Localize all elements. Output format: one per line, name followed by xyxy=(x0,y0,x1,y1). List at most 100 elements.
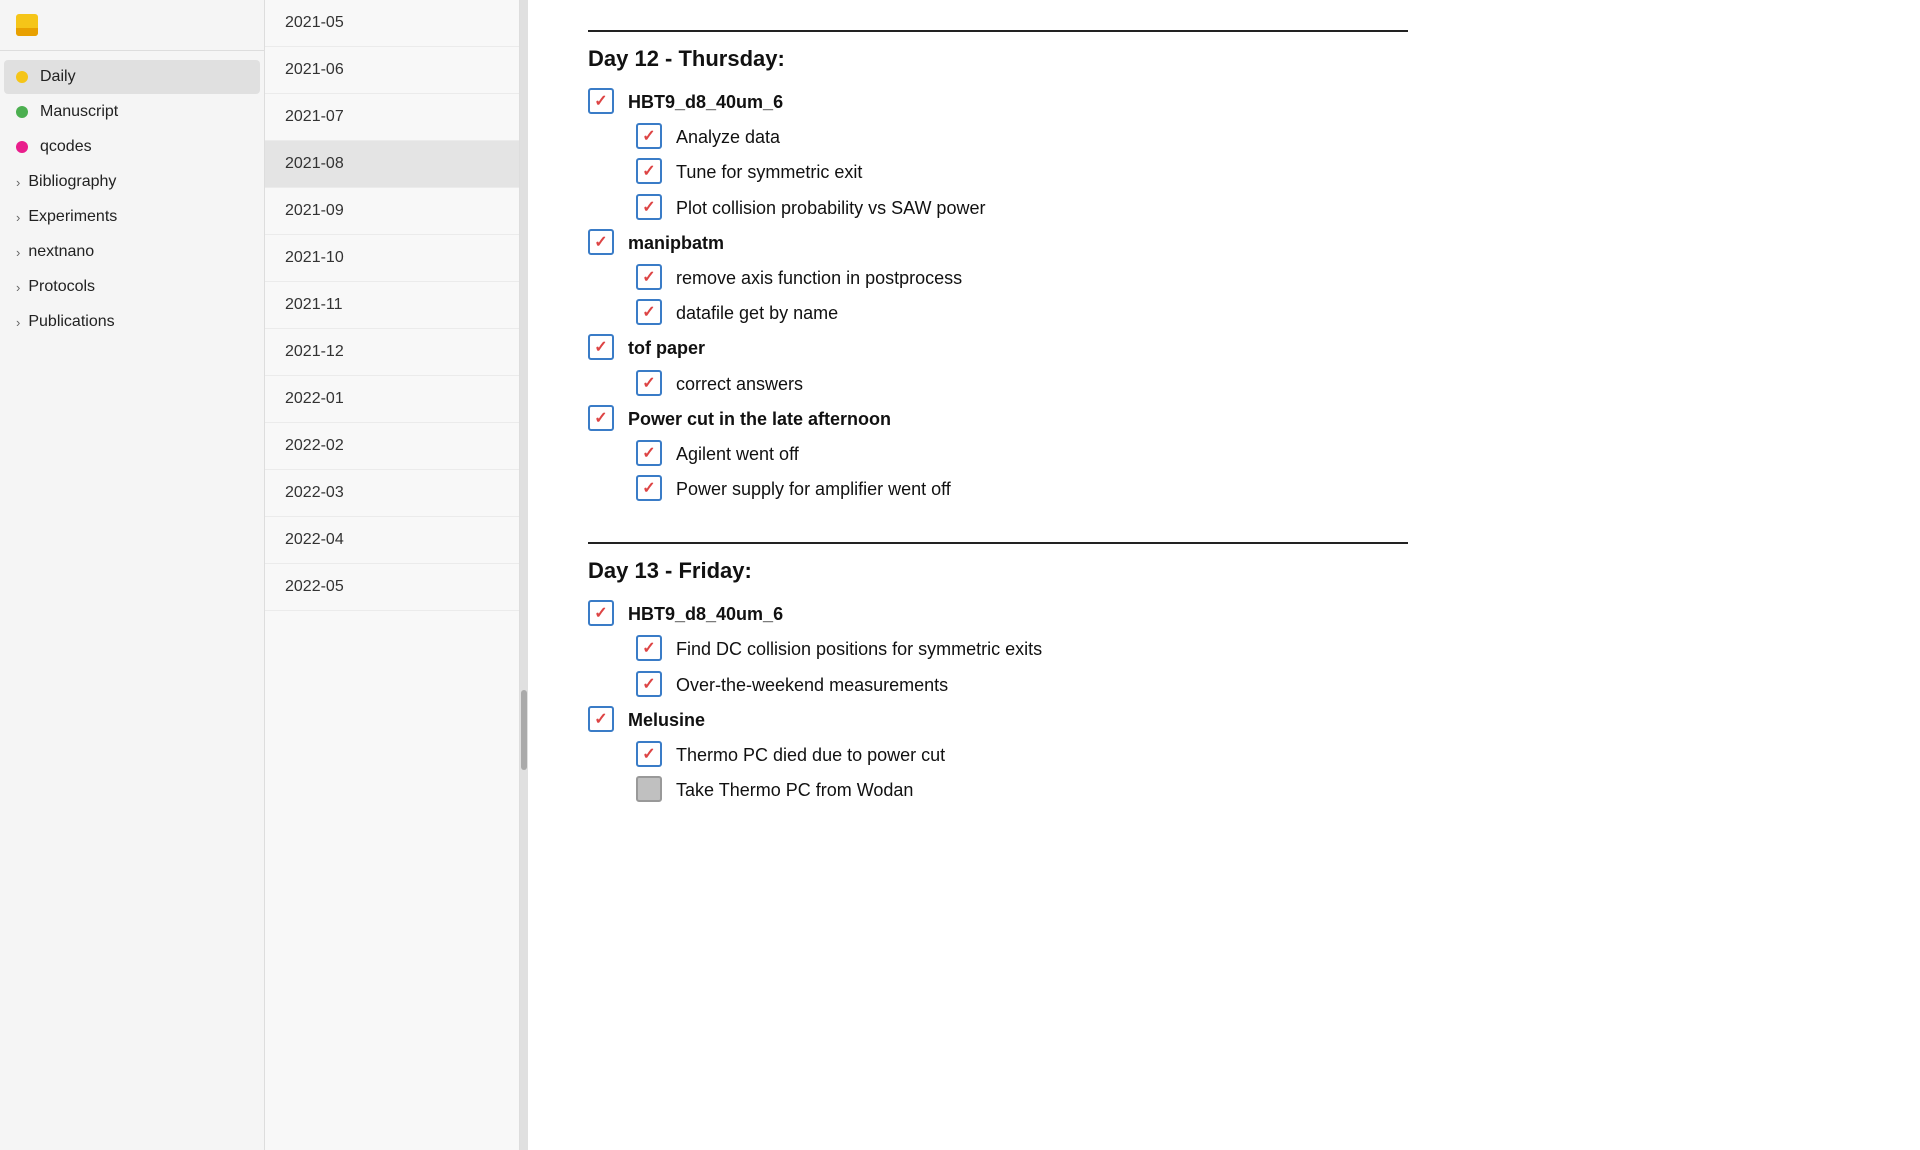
date-item-2022-05[interactable]: 2022-05 xyxy=(265,564,519,611)
checkbox[interactable] xyxy=(588,706,614,732)
sub-task-text: Take Thermo PC from Wodan xyxy=(676,776,913,803)
checkbox[interactable] xyxy=(636,194,662,220)
date-item-2022-04[interactable]: 2022-04 xyxy=(265,517,519,564)
sub-task-item[interactable]: Thermo PC died due to power cut xyxy=(636,741,1860,768)
checkbox[interactable] xyxy=(636,776,662,802)
sidebar-item-protocols[interactable]: ›Protocols xyxy=(4,270,260,304)
sub-task-text: Tune for symmetric exit xyxy=(676,158,862,185)
sub-task-text: datafile get by name xyxy=(676,299,838,326)
sub-task-text: correct answers xyxy=(676,370,803,397)
sidebar-item-qcodes[interactable]: qcodes xyxy=(4,130,260,164)
sidebar-item-publications[interactable]: › Publications xyxy=(4,305,260,339)
day-divider xyxy=(588,542,1408,544)
sub-task-item[interactable]: Find DC collision positions for symmetri… xyxy=(636,635,1860,662)
sub-task-text: Plot collision probability vs SAW power xyxy=(676,194,985,221)
task-item[interactable]: Power cut in the late afternoon xyxy=(588,405,1860,432)
sidebar-item-experiments[interactable]: ›Experiments xyxy=(4,200,260,234)
scrollbar-track[interactable] xyxy=(520,0,528,1150)
nav-item-label: Daily xyxy=(40,68,244,86)
sub-task-text: Thermo PC died due to power cut xyxy=(676,741,945,768)
nav-dot-icon xyxy=(16,106,28,118)
task-item[interactable]: HBT9_d8_40um_6 xyxy=(588,600,1860,627)
day-title: Day 12 - Thursday: xyxy=(588,46,1860,72)
task-text: HBT9_d8_40um_6 xyxy=(628,88,783,115)
nav-item-label: Publications xyxy=(28,313,244,331)
task-list: HBT9_d8_40um_6 Analyze data Tune for symme… xyxy=(588,88,1860,502)
sidebar-header xyxy=(0,0,264,51)
sidebar-item-nextnano[interactable]: ›nextnano xyxy=(4,235,260,269)
checkbox[interactable] xyxy=(588,229,614,255)
task-text: Power cut in the late afternoon xyxy=(628,405,891,432)
checkbox[interactable] xyxy=(636,370,662,396)
checkbox[interactable] xyxy=(636,158,662,184)
date-item-2022-02[interactable]: 2022-02 xyxy=(265,423,519,470)
nav-chevron-icon: › xyxy=(16,210,20,225)
sub-task-item[interactable]: Power supply for amplifier went off xyxy=(636,475,1860,502)
date-item-2021-07[interactable]: 2021-07 xyxy=(265,94,519,141)
nav-item-label: qcodes xyxy=(40,138,244,156)
checkbox[interactable] xyxy=(588,334,614,360)
date-item-2021-09[interactable]: 2021-09 xyxy=(265,188,519,235)
sub-task-text: Power supply for amplifier went off xyxy=(676,475,951,502)
date-item-2021-06[interactable]: 2021-06 xyxy=(265,47,519,94)
date-item-2022-01[interactable]: 2022-01 xyxy=(265,376,519,423)
nav-item-label: Bibliography xyxy=(28,173,244,191)
sub-task-item[interactable]: Take Thermo PC from Wodan xyxy=(636,776,1860,803)
sub-task-item[interactable]: remove axis function in postprocess xyxy=(636,264,1860,291)
date-item-2021-10[interactable]: 2021-10 xyxy=(265,235,519,282)
checkbox[interactable] xyxy=(636,475,662,501)
sub-task-text: Agilent went off xyxy=(676,440,799,467)
day-title: Day 13 - Friday: xyxy=(588,558,1860,584)
sub-task-item[interactable]: Plot collision probability vs SAW power xyxy=(636,194,1860,221)
date-list-panel: 2021-052021-062021-072021-082021-092021-… xyxy=(265,0,520,1150)
nav-dot-icon xyxy=(16,71,28,83)
nav-dot-icon xyxy=(16,141,28,153)
sub-task-item[interactable]: Analyze data xyxy=(636,123,1860,150)
sub-task-text: Analyze data xyxy=(676,123,780,150)
task-text: tof paper xyxy=(628,334,705,361)
day-divider xyxy=(588,30,1408,32)
task-text: Melusine xyxy=(628,706,705,733)
checkbox[interactable] xyxy=(636,299,662,325)
sub-task-item[interactable]: datafile get by name xyxy=(636,299,1860,326)
day-section-day13: Day 13 - Friday: HBT9_d8_40um_6 Find DC co… xyxy=(588,542,1860,803)
checkbox[interactable] xyxy=(588,405,614,431)
sub-task-item[interactable]: Tune for symmetric exit xyxy=(636,158,1860,185)
scrollbar-thumb[interactable] xyxy=(521,690,527,770)
sub-task-item[interactable]: Over-the-weekend measurements xyxy=(636,671,1860,698)
task-list: HBT9_d8_40um_6 Find DC collision position… xyxy=(588,600,1860,803)
checkbox[interactable] xyxy=(636,671,662,697)
checkbox[interactable] xyxy=(636,741,662,767)
checkbox[interactable] xyxy=(588,600,614,626)
main-content: Day 12 - Thursday: HBT9_d8_40um_6 Analyze … xyxy=(528,0,1920,1150)
nav-chevron-icon: › xyxy=(16,315,20,330)
app-logo-icon xyxy=(16,14,38,36)
checkbox[interactable] xyxy=(636,635,662,661)
nav-chevron-icon: › xyxy=(16,245,20,260)
date-item-2021-08[interactable]: 2021-08 xyxy=(265,141,519,188)
checkbox[interactable] xyxy=(636,264,662,290)
task-item[interactable]: Melusine xyxy=(588,706,1860,733)
sidebar-item-bibliography[interactable]: › Bibliography xyxy=(4,165,260,199)
nav-item-label: Manuscript xyxy=(40,103,244,121)
sub-task-item[interactable]: Agilent went off xyxy=(636,440,1860,467)
sidebar-nav: Daily Manuscript qcodes › Bibliography ›Exper… xyxy=(0,51,264,1150)
date-item-2021-12[interactable]: 2021-12 xyxy=(265,329,519,376)
task-item[interactable]: HBT9_d8_40um_6 xyxy=(588,88,1860,115)
checkbox[interactable] xyxy=(588,88,614,114)
checkbox[interactable] xyxy=(636,123,662,149)
sub-task-text: Over-the-weekend measurements xyxy=(676,671,948,698)
task-item[interactable]: tof paper xyxy=(588,334,1860,361)
day-section-day12: Day 12 - Thursday: HBT9_d8_40um_6 Analyze … xyxy=(588,30,1860,502)
nav-item-label: Protocols xyxy=(28,278,244,296)
date-item-2021-11[interactable]: 2021-11 xyxy=(265,282,519,329)
sidebar-item-manuscript[interactable]: Manuscript xyxy=(4,95,260,129)
checkbox[interactable] xyxy=(636,440,662,466)
sidebar: Daily Manuscript qcodes › Bibliography ›Exper… xyxy=(0,0,265,1150)
date-item-2021-05[interactable]: 2021-05 xyxy=(265,0,519,47)
sub-task-item[interactable]: correct answers xyxy=(636,370,1860,397)
sidebar-item-daily[interactable]: Daily xyxy=(4,60,260,94)
nav-chevron-icon: › xyxy=(16,175,20,190)
task-item[interactable]: manipbatm xyxy=(588,229,1860,256)
date-item-2022-03[interactable]: 2022-03 xyxy=(265,470,519,517)
